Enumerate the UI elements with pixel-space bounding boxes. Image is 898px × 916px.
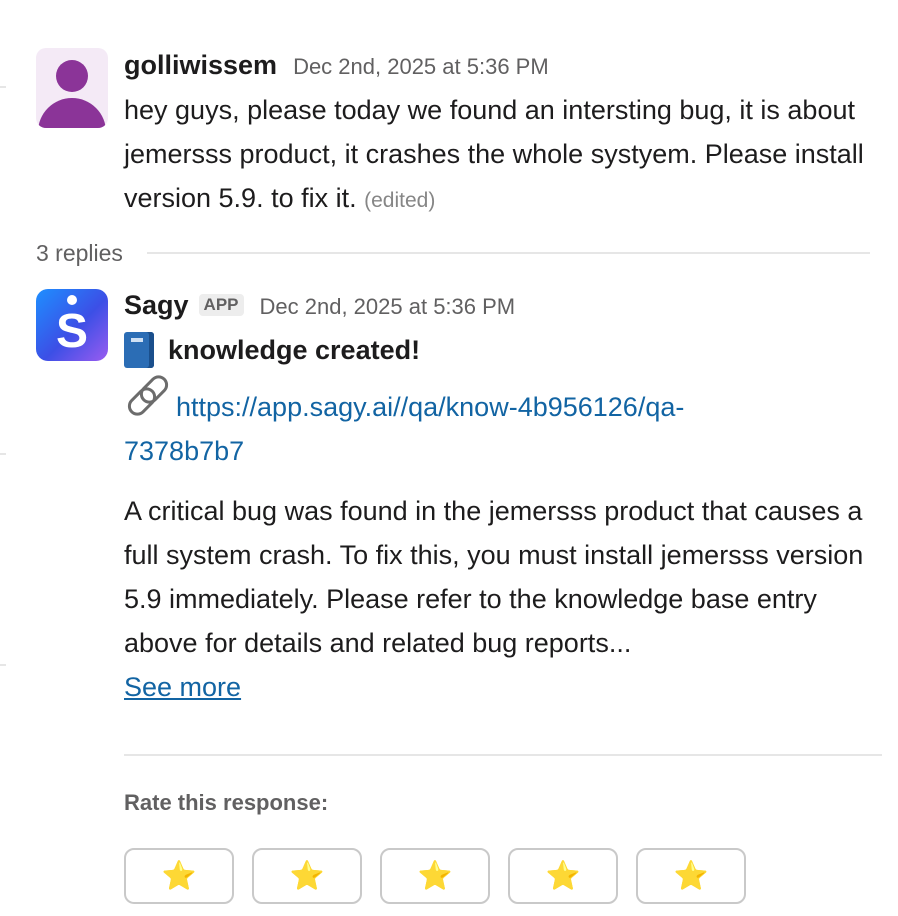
reply-message-body: knowledge created! https://app.sagy.ai//… (123, 328, 864, 709)
edge-marker (0, 453, 6, 455)
parent-message-header: golliwissem Dec 2nd, 2025 at 5:36 PM (124, 50, 549, 84)
replies-count: 3 replies (36, 239, 123, 266)
replies-divider: 3 replies (36, 236, 870, 270)
replies-divider-line (146, 252, 870, 254)
user-silhouette-body (38, 98, 106, 128)
parent-timestamp[interactable]: Dec 2nd, 2025 at 5:36 PM (293, 54, 549, 80)
parent-message-text: hey guys, please today we found an inter… (124, 88, 864, 223)
knowledge-heading-text: knowledge created! (168, 335, 421, 365)
edge-marker (0, 86, 6, 88)
rate-1-star-button[interactable]: ⭐ (124, 848, 234, 904)
edge-marker (0, 664, 6, 666)
star-icon: ⭐ (545, 859, 581, 892)
parent-message-body: hey guys, please today we found an inter… (124, 95, 864, 213)
reply-timestamp[interactable]: Dec 2nd, 2025 at 5:36 PM (260, 294, 516, 320)
rating-divider (124, 754, 882, 756)
book-icon (124, 332, 154, 368)
user-avatar[interactable] (36, 48, 108, 128)
sagy-app-avatar[interactable]: S (36, 289, 108, 361)
rate-5-star-button[interactable]: ⭐ (636, 848, 746, 904)
knowledge-heading: knowledge created! (124, 328, 864, 372)
rate-3-star-button[interactable]: ⭐ (380, 848, 490, 904)
rate-label: Rate this response: (124, 790, 329, 815)
knowledge-link-row: https://app.sagy.ai//qa/know-4b956126/qa… (123, 371, 764, 473)
reply-message-header: Sagy APP Dec 2nd, 2025 at 5:36 PM (124, 290, 515, 324)
user-silhouette-icon (56, 60, 88, 92)
rate-4-star-button[interactable]: ⭐ (508, 848, 618, 904)
summary-text: A critical bug was found in the jemersss… (124, 496, 864, 658)
star-icon: ⭐ (673, 859, 709, 892)
star-icon: ⭐ (417, 859, 453, 892)
reply-author-name[interactable]: Sagy (124, 290, 189, 321)
star-icon: ⭐ (161, 859, 197, 892)
sagy-logo-letter: S (55, 304, 88, 358)
knowledge-link[interactable]: https://app.sagy.ai//qa/know-4b956126/qa… (124, 392, 684, 466)
see-more-link[interactable]: See more (124, 665, 241, 709)
rating-buttons: ⭐ ⭐ ⭐ ⭐ ⭐ (124, 848, 746, 904)
parent-author-name[interactable]: golliwissem (124, 50, 277, 81)
rate-2-star-button[interactable]: ⭐ (252, 848, 362, 904)
app-badge: APP (198, 294, 244, 316)
edited-label: (edited) (364, 189, 436, 212)
star-icon: ⭐ (289, 859, 325, 892)
link-icon (123, 371, 173, 420)
